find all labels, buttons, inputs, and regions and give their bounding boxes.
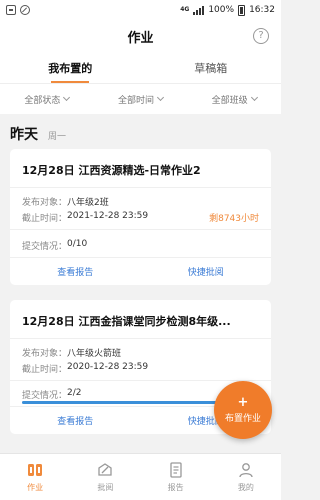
- header: 作业 ?: [0, 20, 281, 53]
- divider: [10, 229, 271, 230]
- target-label: 发布对象：: [22, 198, 68, 208]
- status-bar: 4G 100% 16:32: [0, 0, 281, 20]
- bottom-nav-label: 我的: [237, 483, 254, 492]
- filter-class-label: 全部班级: [211, 95, 248, 106]
- view-report-button[interactable]: 查看报告: [10, 407, 141, 434]
- bottom-nav: 作业 批阅 报告 我的: [0, 453, 281, 500]
- filter-class[interactable]: 全部班级: [187, 84, 281, 114]
- remaining-time: 剩8743小时: [209, 214, 259, 224]
- assign-homework-button[interactable]: + 布置作业: [214, 381, 272, 439]
- submission-value: 2/2: [67, 388, 82, 398]
- card-title: 12月28日 江西金指课堂同步检测8年级...: [22, 315, 231, 328]
- target-label: 发布对象：: [22, 349, 68, 359]
- tab-drafts[interactable]: 草稿箱: [141, 53, 282, 83]
- tab-my-assigned[interactable]: 我布置的: [0, 53, 141, 83]
- bottom-nav-report[interactable]: 报告: [141, 454, 211, 500]
- filter-bar: 全部状态 全部时间 全部班级: [0, 84, 281, 114]
- target-row: 发布对象： 八年级2班: [22, 195, 109, 208]
- day-title: 昨天: [10, 127, 38, 143]
- divider: [10, 380, 271, 381]
- filter-status[interactable]: 全部状态: [0, 84, 94, 114]
- plus-icon: +: [237, 395, 249, 410]
- divider: [10, 187, 271, 188]
- chevron-down-icon: [250, 93, 258, 102]
- notification-icon: [6, 5, 16, 15]
- deadline-value: 2021-12-28 23:59: [67, 211, 149, 221]
- network-type: 4G: [180, 6, 190, 13]
- chevron-down-icon: [156, 93, 165, 102]
- submission-label: 提交情况：: [22, 391, 68, 401]
- deadline-value: 2020-12-28 23:59: [67, 362, 149, 372]
- filter-time-label: 全部时间: [118, 95, 155, 106]
- submission-label: 提交情况：: [22, 242, 68, 252]
- deadline-row: 截止时间： 2021-12-28 23:59: [22, 211, 148, 224]
- bottom-nav-grade[interactable]: 批阅: [70, 454, 140, 500]
- deadline-label: 截止时间：: [22, 214, 68, 224]
- do-not-disturb-icon: [20, 5, 30, 15]
- signal-icon: [193, 5, 205, 15]
- tab-bar: 我布置的 草稿箱: [0, 53, 281, 84]
- grade-icon: [98, 463, 113, 476]
- deadline-label: 截止时间：: [22, 365, 68, 375]
- fab-label: 布置作业: [224, 414, 261, 424]
- report-icon: [169, 462, 182, 478]
- target-value: 八年级火箭班: [67, 349, 122, 359]
- bottom-nav-homework[interactable]: 作业: [0, 454, 70, 500]
- homework-icon: [28, 464, 43, 476]
- card-title: 12月28日 江西资源精选-日常作业2: [22, 164, 201, 177]
- target-value: 八年级2班: [67, 198, 109, 208]
- battery-icon: [238, 4, 246, 16]
- card-actions: 查看报告 快捷批阅: [10, 257, 271, 285]
- quick-grade-button[interactable]: 快捷批阅: [141, 258, 272, 285]
- battery-percent: 100%: [208, 5, 235, 15]
- submission-row: 提交情况： 2/2: [22, 388, 82, 401]
- homework-card[interactable]: 12月28日 江西资源精选-日常作业2 发布对象： 八年级2班 截止时间： 20…: [10, 149, 271, 285]
- chevron-down-icon: [63, 93, 71, 102]
- bottom-nav-profile[interactable]: 我的: [211, 454, 281, 500]
- submission-row: 提交情况： 0/10: [22, 239, 87, 252]
- bottom-nav-label: 作业: [27, 483, 44, 492]
- target-row: 发布对象： 八年级火箭班: [22, 346, 121, 359]
- divider: [10, 338, 271, 339]
- page-title: 作业: [127, 31, 154, 46]
- view-report-button[interactable]: 查看报告: [10, 258, 141, 285]
- help-icon[interactable]: ?: [253, 28, 269, 44]
- clock: 16:32: [249, 5, 275, 15]
- filter-status-label: 全部状态: [24, 95, 61, 106]
- profile-icon: [239, 463, 253, 478]
- filter-time[interactable]: 全部时间: [94, 84, 188, 114]
- deadline-row: 截止时间： 2020-12-28 23:59: [22, 362, 148, 375]
- submission-value: 0/10: [67, 239, 88, 249]
- day-heading: 昨天 周一: [10, 124, 66, 144]
- bottom-nav-label: 报告: [167, 483, 184, 492]
- bottom-nav-label: 批阅: [97, 483, 114, 492]
- day-weekday: 周一: [48, 132, 67, 142]
